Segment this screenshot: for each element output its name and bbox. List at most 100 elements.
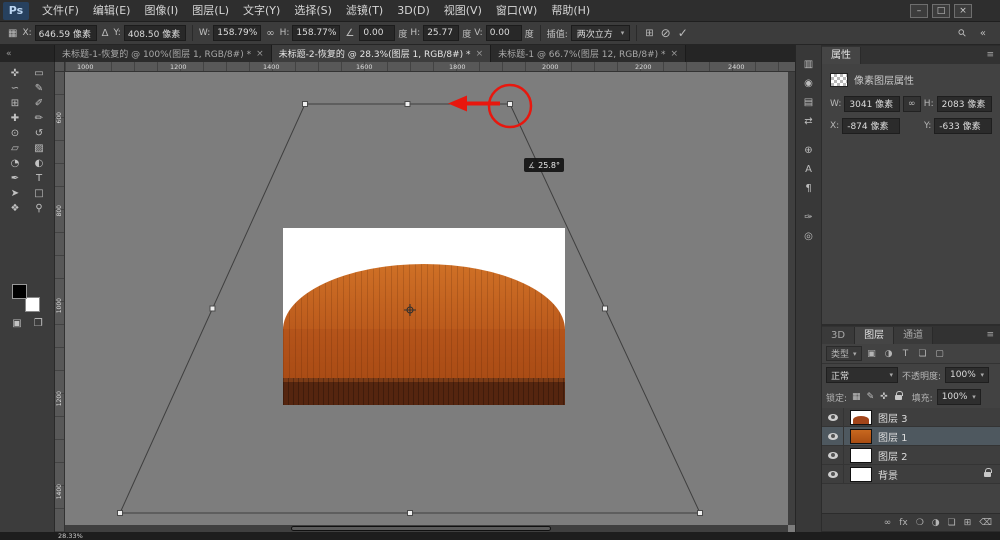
prop-y-input[interactable]: -633 像素 xyxy=(934,118,992,134)
transform-handle[interactable] xyxy=(405,102,410,107)
scrollbar-thumb[interactable] xyxy=(291,526,551,531)
filter-pixel-layers-icon[interactable]: ▣ xyxy=(865,349,879,359)
lock-all-icon[interactable] xyxy=(895,395,902,400)
reference-point-icon[interactable]: ▦ xyxy=(6,28,19,39)
tab-layers[interactable]: 图层 xyxy=(855,327,894,344)
fill-select[interactable]: 100% ▾ xyxy=(937,389,981,405)
adjustment-layer-icon[interactable]: ◑ xyxy=(932,518,940,528)
history-panel-icon[interactable]: ▥ xyxy=(796,55,821,74)
transform-handle[interactable] xyxy=(210,306,215,311)
new-layer-icon[interactable]: ⊞ xyxy=(964,518,972,528)
layer-thumbnail[interactable] xyxy=(850,448,872,463)
x-input[interactable]: 646.59 像素 xyxy=(35,25,97,41)
cancel-transform-icon[interactable]: ⊘ xyxy=(659,26,673,40)
tab-close-icon[interactable]: × xyxy=(256,49,264,59)
character-panel-icon[interactable]: A xyxy=(796,160,821,179)
width-input[interactable]: 158.79% xyxy=(213,25,261,41)
document-canvas[interactable]: ∡ 25.8° xyxy=(65,72,788,525)
tab-close-icon[interactable]: × xyxy=(671,49,679,59)
v-skew-input[interactable]: 0.00 xyxy=(486,25,522,41)
menu-layer[interactable]: 图层(L) xyxy=(185,0,236,22)
layer-row-1[interactable]: 图层 1 xyxy=(822,427,1000,446)
layer-group-icon[interactable]: ❏ xyxy=(948,518,956,528)
tab-3d[interactable]: 3D xyxy=(822,327,855,344)
gradient-tool[interactable]: ▨ xyxy=(27,141,51,156)
minimize-button[interactable]: – xyxy=(910,4,928,18)
filter-smart-object-icon[interactable]: ▢ xyxy=(933,349,947,359)
tab-channels[interactable]: 通道 xyxy=(894,327,933,344)
info-panel-icon[interactable]: ⇄ xyxy=(796,112,821,131)
y-input[interactable]: 408.50 像素 xyxy=(124,25,186,41)
height-input[interactable]: 158.77% xyxy=(292,25,340,41)
layer-mask-icon[interactable]: ❍ xyxy=(916,518,924,528)
marquee-tool[interactable]: ▭ xyxy=(27,66,51,81)
menu-help[interactable]: 帮助(H) xyxy=(544,0,597,22)
filter-adjustment-layers-icon[interactable]: ◑ xyxy=(882,349,896,359)
screen-mode-icon[interactable]: ❐ xyxy=(34,318,43,329)
type-tool[interactable]: T xyxy=(27,171,51,186)
document-tab-3[interactable]: 未标题-1 @ 66.7%(图层 12, RGB/8#) * × xyxy=(491,45,686,62)
visibility-toggle[interactable] xyxy=(822,446,844,464)
filter-shape-layers-icon[interactable]: ❏ xyxy=(916,349,930,359)
foreground-color-swatch[interactable] xyxy=(12,284,27,299)
quick-select-tool[interactable]: ✎ xyxy=(27,81,51,96)
visibility-toggle[interactable] xyxy=(822,465,844,483)
background-color-swatch[interactable] xyxy=(25,297,40,312)
blur-tool[interactable]: ◔ xyxy=(3,156,27,171)
paragraph-panel-icon[interactable]: ¶ xyxy=(796,179,821,198)
transform-handle[interactable] xyxy=(698,511,703,516)
blend-mode-select[interactable]: 正常 ▾ xyxy=(826,367,898,383)
layer-effects-icon[interactable]: fx xyxy=(899,518,908,528)
clone-source-panel-icon[interactable]: ⊕ xyxy=(796,141,821,160)
panel-menu-icon[interactable]: ≡ xyxy=(980,326,1000,344)
shape-tool[interactable]: □ xyxy=(27,186,51,201)
dodge-tool[interactable]: ◐ xyxy=(27,156,51,171)
menu-edit[interactable]: 编辑(E) xyxy=(86,0,138,22)
link-wh-icon[interactable]: ∞ xyxy=(264,28,276,39)
layer-row-2[interactable]: 图层 2 xyxy=(822,446,1000,465)
layer-row-3[interactable]: 图层 3 xyxy=(822,408,1000,427)
commit-transform-icon[interactable]: ✓ xyxy=(676,26,690,40)
document-tab-1[interactable]: 未标题-1-恢复的 @ 100%(图层 1, RGB/8#) * × xyxy=(55,45,272,62)
maximize-button[interactable]: □ xyxy=(932,4,950,18)
lasso-tool[interactable]: ∽ xyxy=(3,81,27,96)
path-select-tool[interactable]: ➤ xyxy=(3,186,27,201)
history-brush-tool[interactable]: ↺ xyxy=(27,126,51,141)
vertical-scrollbar[interactable] xyxy=(788,72,795,525)
pen-tool[interactable]: ✒ xyxy=(3,171,27,186)
opacity-select[interactable]: 100% ▾ xyxy=(945,367,989,383)
prop-w-input[interactable]: 3041 像素 xyxy=(844,96,899,112)
menu-filter[interactable]: 滤镜(T) xyxy=(339,0,390,22)
panel-menu-icon[interactable]: ≡ xyxy=(980,46,1000,64)
transform-handle[interactable] xyxy=(408,511,413,516)
lock-transparency-icon[interactable]: ▦ xyxy=(851,392,862,402)
color-panel-icon[interactable]: ◉ xyxy=(796,74,821,93)
delete-layer-icon[interactable]: ⌫ xyxy=(979,518,992,528)
layer-thumbnail[interactable] xyxy=(850,410,872,425)
transform-handle[interactable] xyxy=(118,511,123,516)
horizontal-scrollbar[interactable] xyxy=(65,525,788,532)
zoom-level-field[interactable]: 28.33% xyxy=(58,532,83,540)
clone-stamp-tool[interactable]: ⊙ xyxy=(3,126,27,141)
tab-properties[interactable]: 属性 xyxy=(822,47,861,64)
close-button[interactable]: × xyxy=(954,4,972,18)
visibility-toggle[interactable] xyxy=(822,427,844,445)
menu-select[interactable]: 选择(S) xyxy=(287,0,339,22)
search-icon[interactable]: ⚲ xyxy=(954,25,970,41)
transform-handle[interactable] xyxy=(508,102,513,107)
visibility-toggle[interactable] xyxy=(822,408,844,426)
interpolation-select[interactable]: 两次立方 ▾ xyxy=(571,25,631,41)
move-tool[interactable]: ✜ xyxy=(3,66,27,81)
zoom-tool[interactable]: ⚲ xyxy=(27,201,51,216)
lock-position-icon[interactable]: ✜ xyxy=(879,392,889,402)
menu-window[interactable]: 窗口(W) xyxy=(489,0,544,22)
prop-x-input[interactable]: -874 像素 xyxy=(842,118,900,134)
hand-tool[interactable]: ❖ xyxy=(3,201,27,216)
brush-panel-icon[interactable]: ✑ xyxy=(796,208,821,227)
tab-close-icon[interactable]: × xyxy=(476,49,484,59)
transform-handle[interactable] xyxy=(303,102,308,107)
filter-kind-select[interactable]: 类型 ▾ xyxy=(826,346,862,361)
menu-3d[interactable]: 3D(D) xyxy=(390,0,437,22)
quick-mask-icon[interactable]: ▣ xyxy=(12,318,21,329)
menu-view[interactable]: 视图(V) xyxy=(437,0,489,22)
